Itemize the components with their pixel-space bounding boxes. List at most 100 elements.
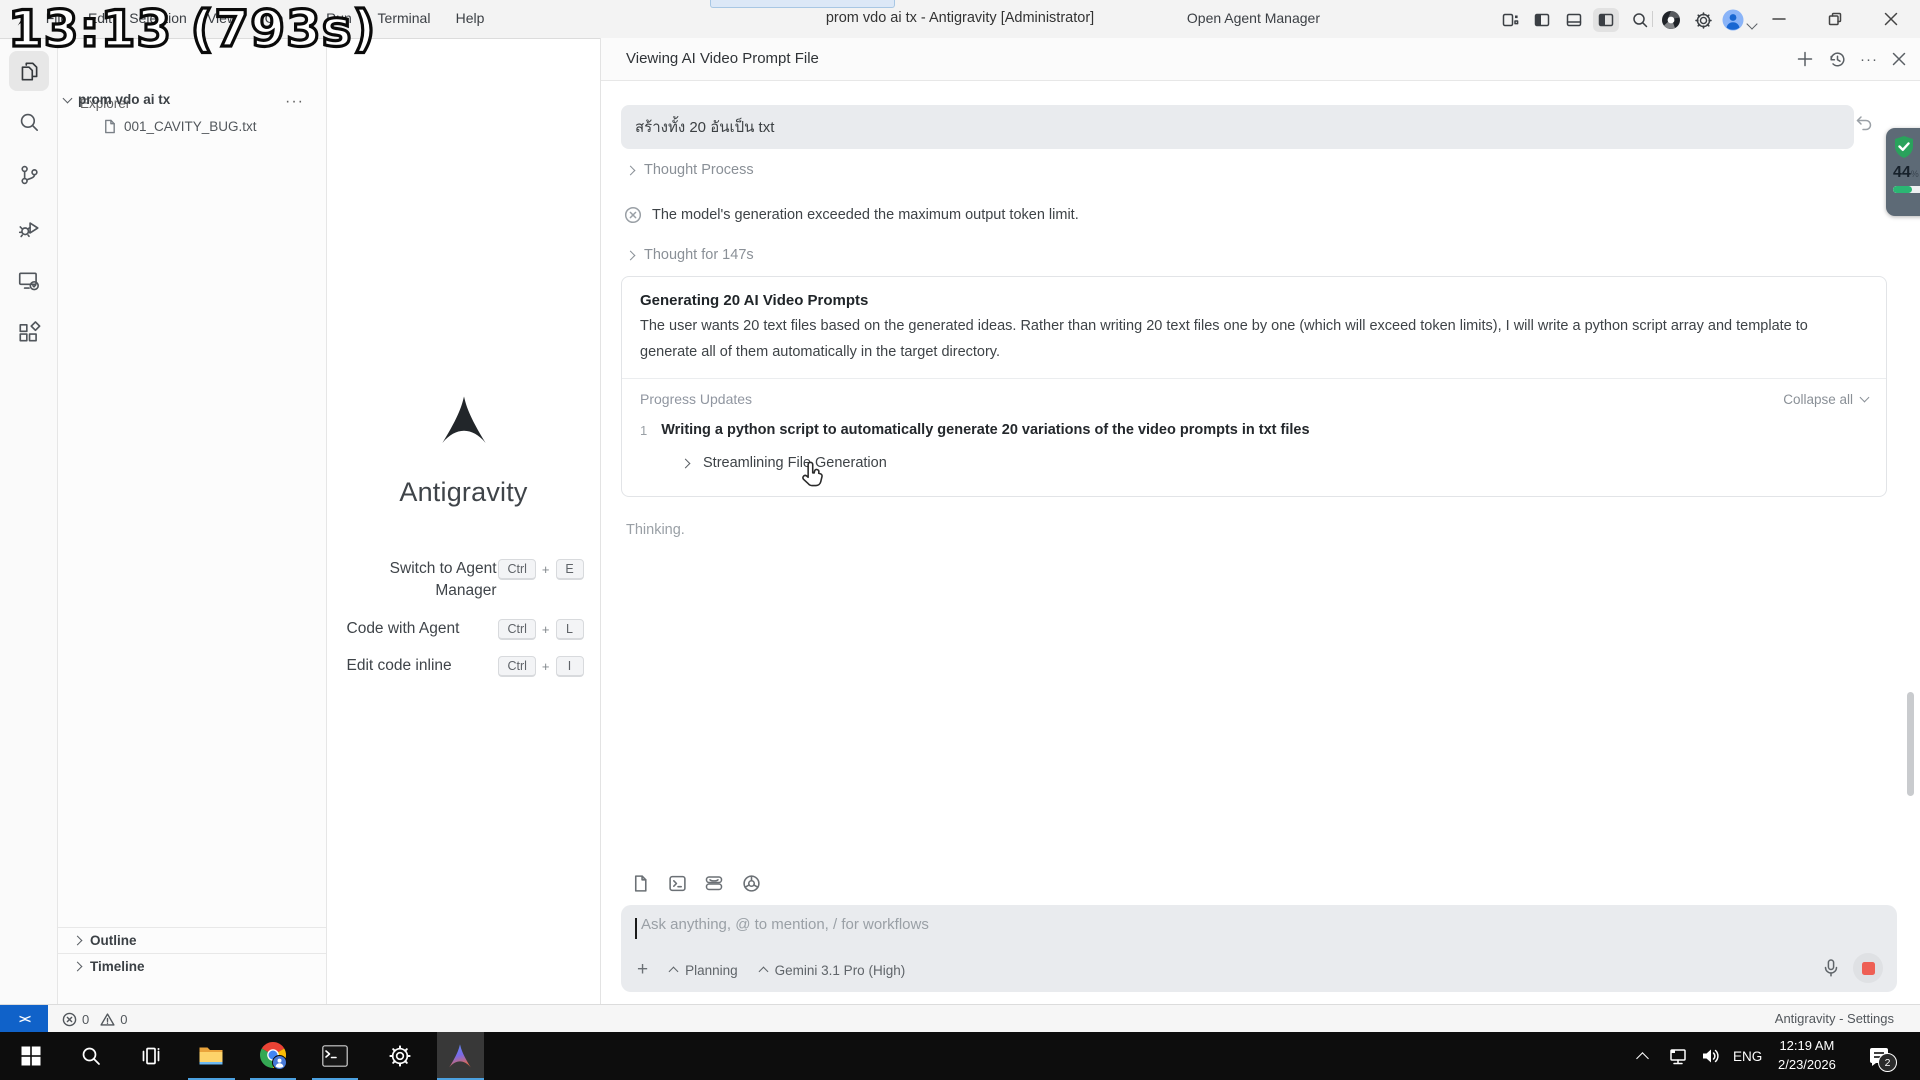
widget-progress-fill	[1893, 186, 1912, 193]
file-name: 001_CAVITY_BUG.txt	[124, 119, 257, 134]
open-agent-manager-button[interactable]: Open Agent Manager	[1187, 10, 1320, 26]
account-chevron-down-icon[interactable]	[1746, 15, 1758, 31]
network-icon[interactable]	[1668, 1032, 1689, 1080]
chat-panel-title: Viewing AI Video Prompt File	[626, 50, 819, 67]
substep-row[interactable]: Streamlining File Generation	[680, 455, 1868, 471]
antivirus-overlay-widget[interactable]: 44%	[1886, 128, 1920, 216]
menu-help[interactable]: Help	[456, 10, 485, 26]
widget-percent: 44	[1893, 164, 1911, 181]
chrome-icon[interactable]	[258, 1041, 288, 1071]
stop-generation-button[interactable]	[1853, 953, 1883, 983]
extensions-icon[interactable]	[9, 313, 49, 353]
history-icon[interactable]	[1825, 47, 1849, 71]
statusbar-settings-item[interactable]: Antigravity - Settings	[1775, 1011, 1894, 1026]
restore-button[interactable]	[1812, 0, 1858, 38]
volume-icon[interactable]	[1700, 1032, 1722, 1080]
account-avatar[interactable]	[1720, 8, 1746, 32]
chat-scrollbar[interactable]	[1907, 692, 1914, 796]
shortcut-code-with-agent: Code with Agent Ctrl + L	[347, 618, 584, 640]
key-ctrl: Ctrl	[498, 656, 536, 678]
outline-section[interactable]: Outline	[58, 927, 326, 953]
chat-input-box[interactable]: + Planning Gemini 3.1 Pro (High)	[621, 905, 1897, 992]
chat-more-actions-icon[interactable]: ···	[1857, 47, 1881, 71]
add-context-icon[interactable]: +	[637, 959, 648, 981]
chevron-right-icon	[625, 165, 636, 175]
attach-file-icon[interactable]	[627, 870, 653, 896]
customize-layout-icon[interactable]	[1497, 8, 1523, 32]
start-button[interactable]	[21, 1046, 41, 1066]
chevron-right-icon	[72, 961, 83, 972]
collapse-all-button[interactable]: Collapse all	[1783, 391, 1870, 407]
key-ctrl: Ctrl	[498, 618, 536, 640]
timeline-section[interactable]: Timeline	[58, 953, 326, 979]
mouse-hand-cursor	[800, 460, 826, 490]
antigravity-taskbar-icon[interactable]	[447, 1043, 474, 1069]
problems-indicator[interactable]: 0 0	[62, 1005, 127, 1033]
notification-badge: 2	[1878, 1053, 1897, 1072]
titlebar-divider	[1652, 11, 1653, 27]
language-indicator[interactable]: ENG	[1733, 1032, 1762, 1080]
thought-process-row[interactable]: Thought Process	[625, 162, 754, 178]
remote-indicator[interactable]: ><	[0, 1005, 48, 1033]
run-debug-icon[interactable]	[9, 208, 49, 248]
user-message-text: สร้างทั้ง 20 อันเป็น txt	[635, 119, 775, 136]
model-selector[interactable]: Gemini 3.1 Pro (High)	[758, 962, 906, 978]
step-number: 1	[640, 423, 648, 439]
settings-gear-icon[interactable]	[1690, 8, 1716, 32]
antigravity-logo	[441, 396, 486, 443]
file-explorer-icon[interactable]	[199, 1046, 224, 1067]
shortcut-label: Edit code inline	[346, 657, 452, 675]
shield-check-icon	[1895, 136, 1913, 158]
plan-title: Generating 20 AI Video Prompts	[640, 292, 869, 309]
status-bar: >< 0 0 Antigravity - Settings	[0, 1004, 1920, 1033]
taskbar-settings-icon[interactable]	[389, 1045, 412, 1068]
thought-duration-row[interactable]: Thought for 147s	[625, 247, 754, 263]
explorer-more-actions-icon[interactable]: ···	[285, 93, 304, 111]
progress-step-row: 1 Writing a python script to automatical…	[640, 422, 1868, 438]
editor-area: Antigravity Switch to Agent Manager Ctrl…	[327, 39, 600, 1004]
widget-progress-bar	[1893, 186, 1920, 193]
timeline-label: Timeline	[90, 959, 145, 974]
outline-label: Outline	[90, 933, 137, 948]
close-button[interactable]	[1868, 0, 1914, 38]
toggle-primary-sidebar-icon[interactable]	[1529, 8, 1555, 32]
knowledge-stack-icon[interactable]	[701, 870, 727, 896]
menu-terminal[interactable]: Terminal	[378, 10, 431, 26]
notification-center[interactable]: 2	[1868, 1032, 1897, 1080]
browser-preview-icon[interactable]	[738, 870, 764, 896]
clock-tray[interactable]: 12:19 AM 2/23/2026	[1778, 1032, 1836, 1080]
undo-icon[interactable]	[1854, 112, 1874, 132]
taskbar-search-icon[interactable]	[81, 1046, 102, 1067]
collapse-all-label: Collapse all	[1783, 391, 1853, 407]
mode-label: Planning	[685, 962, 738, 978]
new-chat-icon[interactable]	[1793, 47, 1817, 71]
command-prompt-icon[interactable]	[322, 1045, 348, 1067]
attachment-icon-row	[627, 870, 764, 896]
screen-recording-timer-overlay: 13:13 (793s)	[6, 0, 377, 60]
terminal-icon[interactable]	[664, 870, 690, 896]
model-label: Gemini 3.1 Pro (High)	[774, 962, 906, 978]
errors-icon	[62, 1012, 77, 1026]
widget-percent-unit: %	[1910, 169, 1919, 179]
browser-icon[interactable]	[1658, 8, 1684, 32]
chat-input[interactable]	[639, 915, 1543, 934]
search-icon[interactable]	[1627, 8, 1653, 32]
toggle-secondary-sidebar-icon[interactable]	[1593, 8, 1619, 32]
search-sidebar-icon[interactable]	[9, 102, 49, 142]
mode-selector[interactable]: Planning	[668, 962, 738, 978]
tray-show-hidden-icons[interactable]	[1636, 1032, 1649, 1080]
chevron-right-icon	[680, 458, 691, 469]
source-control-icon[interactable]	[9, 155, 49, 195]
toggle-panel-icon[interactable]	[1561, 8, 1587, 32]
remote-explorer-icon[interactable]	[9, 261, 49, 301]
chat-close-icon[interactable]	[1887, 47, 1911, 71]
shortcut-label: Switch to Agent Manager	[389, 560, 497, 600]
task-view-icon[interactable]	[141, 1046, 162, 1067]
stop-icon	[1861, 961, 1875, 975]
chevron-right-icon	[72, 935, 83, 946]
tree-file-row[interactable]: 001_CAVITY_BUG.txt	[102, 119, 257, 134]
microphone-icon[interactable]	[1821, 958, 1841, 978]
minimize-button[interactable]	[1756, 0, 1802, 38]
antigravity-window: File Edit Selection View Go Run Terminal…	[0, 0, 1920, 1080]
tree-folder-row[interactable]: prom vdo ai tx	[62, 92, 170, 107]
